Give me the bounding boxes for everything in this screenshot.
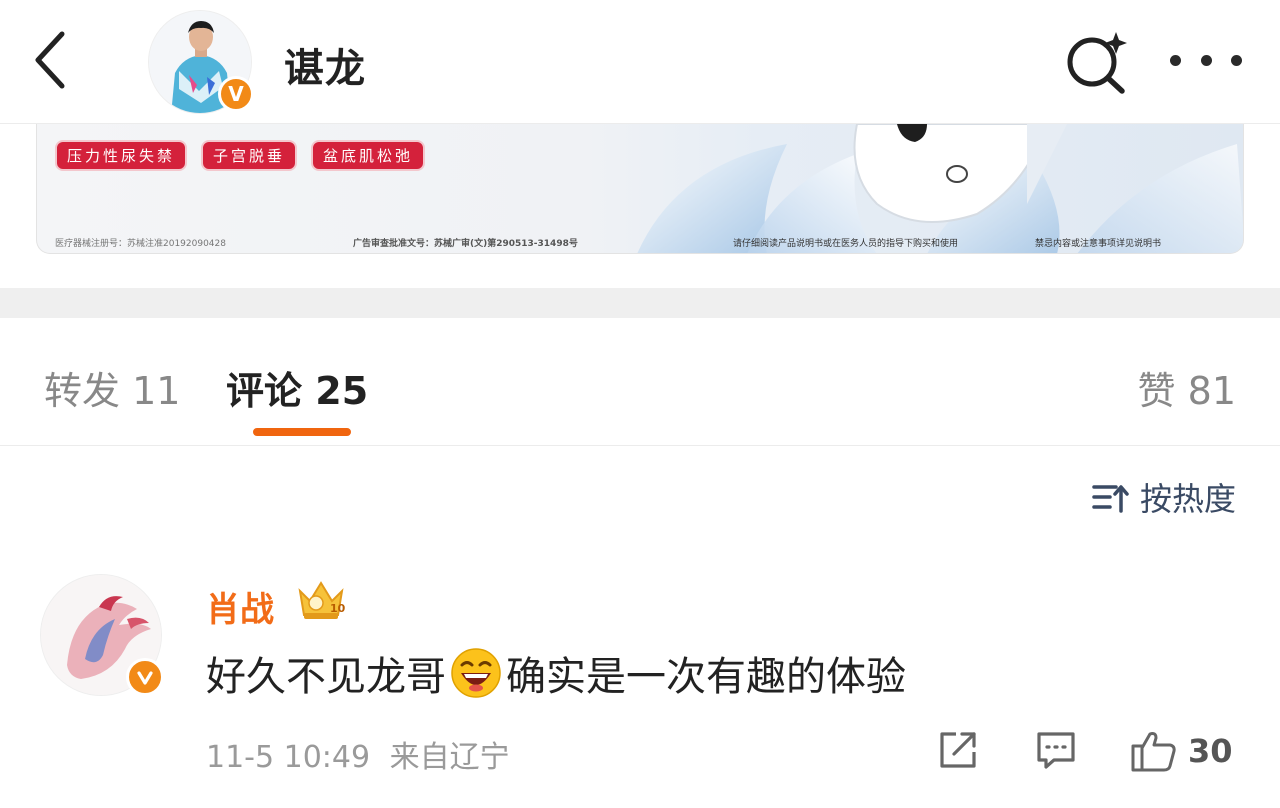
active-tab-indicator xyxy=(253,428,351,436)
more-dot-icon xyxy=(1170,54,1181,66)
top-bar: V 谌龙 xyxy=(0,0,1280,124)
tab-label: 评论 xyxy=(226,369,303,413)
search-sparkle-icon xyxy=(1067,32,1127,94)
chevron-left-icon xyxy=(35,31,65,89)
more-button[interactable] xyxy=(1170,40,1242,80)
sort-label: 按热度 xyxy=(1139,480,1236,518)
tab-bar: 转发 11 评论 25 赞 81 xyxy=(0,318,1280,446)
comment-text-part: 好久不见龙哥 xyxy=(206,654,446,700)
tab-repost[interactable]: 转发 11 xyxy=(44,360,180,415)
ad-tag: 盆底肌松弛 xyxy=(311,140,426,171)
comment-text: 好久不见龙哥 确实是一次有趣的体验 xyxy=(206,644,906,702)
tab-count: 25 xyxy=(315,369,369,413)
search-button[interactable] xyxy=(1062,28,1130,96)
comment-author-name[interactable]: 肖战 xyxy=(206,582,274,631)
laughing-emoji-icon xyxy=(451,648,501,698)
tab-like[interactable]: 赞 81 xyxy=(1138,360,1236,415)
verified-badge: V xyxy=(218,76,254,112)
tab-count: 11 xyxy=(132,369,181,413)
ad-tag-list: 压力性尿失禁 子宫脱垂 盆底肌松弛 xyxy=(55,140,426,171)
ad-footnote: 请仔细阅读产品说明书或在医务人员的指导下购买和使用 xyxy=(733,239,959,249)
ad-footnote: 医疗器械注册号：苏械注准20192090428 xyxy=(55,239,226,249)
comment-icon xyxy=(1037,732,1075,769)
page-title[interactable]: 谌龙 xyxy=(284,36,366,94)
thumbs-up-icon xyxy=(1131,732,1176,772)
comment-timestamp: 11-5 10:49 xyxy=(206,740,371,775)
verified-badge xyxy=(126,658,164,696)
like-count: 30 xyxy=(1188,732,1233,770)
tab-label: 赞 xyxy=(1137,369,1176,413)
ad-banner[interactable]: 压力性尿失禁 子宫脱垂 盆底肌松弛 医疗器械注册号：苏械注准2019209042… xyxy=(36,124,1244,254)
vip-crown-icon: 10 xyxy=(298,581,346,619)
reply-button[interactable] xyxy=(1034,728,1078,772)
comment-text-part: 确实是一次有趣的体验 xyxy=(506,654,906,700)
tab-comment[interactable]: 评论 25 xyxy=(226,360,368,415)
sort-icon xyxy=(1092,485,1129,513)
comment-meta: 11-5 10:49 来自辽宁 xyxy=(206,732,510,776)
more-dot-icon xyxy=(1200,54,1212,66)
profile-avatar[interactable]: V xyxy=(148,10,254,116)
comment-avatar[interactable] xyxy=(40,574,168,698)
ad-tag: 压力性尿失禁 xyxy=(55,140,188,171)
like-button[interactable]: 30 xyxy=(1130,728,1233,774)
ad-footnote: 禁忌内容或注意事项详见说明书 xyxy=(1035,239,1162,249)
svg-text:10: 10 xyxy=(330,602,346,615)
comment-location: 来自辽宁 xyxy=(389,740,510,775)
share-button[interactable] xyxy=(936,728,980,772)
tab-count: 81 xyxy=(1187,369,1236,413)
share-icon xyxy=(940,732,976,768)
tab-label: 转发 xyxy=(44,369,121,413)
section-divider xyxy=(0,288,1280,318)
ad-tag: 子宫脱垂 xyxy=(201,140,298,171)
more-dot-icon xyxy=(1231,54,1242,66)
ad-product-image xyxy=(637,124,1243,253)
back-button[interactable] xyxy=(28,28,76,92)
sort-button[interactable]: 按热度 xyxy=(1092,474,1236,520)
ad-footnote: 广告审查批准文号：苏械广审(文)第290513-31498号 xyxy=(353,239,578,249)
